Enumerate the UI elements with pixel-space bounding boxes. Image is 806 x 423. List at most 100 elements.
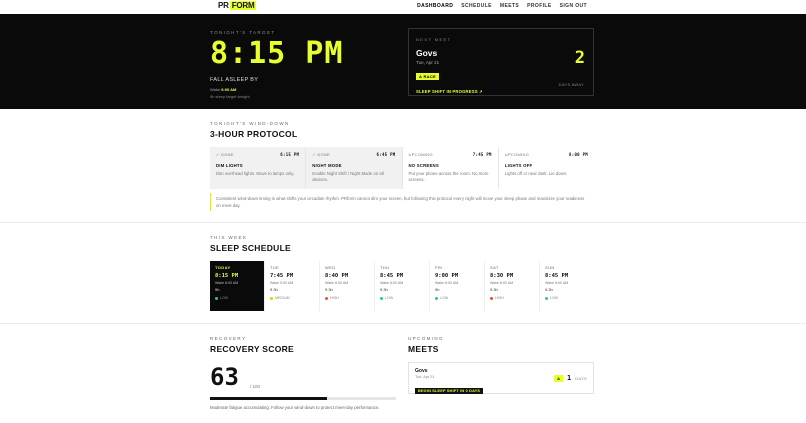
nav-dashboard[interactable]: DASHBOARD (417, 3, 453, 9)
day-bedtime: 9:00 PM (435, 273, 459, 279)
wind-down-kicker: TONIGHT'S WIND-DOWN (210, 121, 290, 126)
divider (0, 323, 806, 324)
step-desc: Lights off or near dark. Lie down. (504, 171, 568, 176)
day-bedtime: 7:45 PM (270, 273, 294, 279)
day-wake: Wake 6:00 AM (380, 281, 404, 285)
protocol-step[interactable]: UPCOMING 8:00 PM LIGHTS OFF Lights off or… (498, 147, 594, 189)
meet-days-label: DAYS (575, 375, 587, 381)
load-dot-icon (545, 296, 548, 300)
day-name: SUN (545, 265, 555, 270)
upcoming-meet-row[interactable]: Govs Tue, Apr 21 BEGIN SLEEP SHIFT IN 0 … (408, 362, 594, 394)
nav-schedule[interactable]: SCHEDULE (461, 3, 492, 9)
step-time: 8:00 PM (569, 152, 588, 157)
step-name: NIGHT MODE (312, 163, 342, 168)
day-bedtime: 8:45 PM (545, 273, 569, 279)
next-meet-date: Tue, Apr 21 (416, 60, 440, 65)
step-desc: Dim overhead lights. Move to lamps only. (216, 171, 295, 176)
schedule-day[interactable]: TUE 7:45 PM Wake 5:00 AM 9.3h MEDIUM (265, 261, 320, 311)
load-label: LOW (385, 296, 394, 300)
day-name: FRI (435, 265, 443, 270)
recovery-bar-fill (210, 397, 328, 400)
nav-profile[interactable]: PROFILE (527, 3, 551, 9)
day-name: TODAY (215, 265, 231, 270)
meet-days-count: 1 (566, 374, 572, 382)
day-hours: 9.3h (545, 287, 553, 292)
step-status: UPCOMING (408, 152, 433, 157)
fall-asleep-label: FALL ASLEEP BY (210, 77, 259, 83)
schedule-day[interactable]: THU 8:45 PM Wake 6:00 AM 9.3h LOW (375, 261, 430, 311)
logo[interactable]: PR FORM (218, 1, 257, 10)
step-time: 7:45 PM (472, 152, 492, 157)
day-load: LOW (380, 296, 424, 300)
load-label: MEDIUM (275, 296, 290, 300)
day-hours: 9.3h (490, 287, 498, 292)
load-dot-icon (215, 296, 218, 300)
logo-form: FORM (229, 1, 257, 10)
day-name: WED (325, 265, 336, 270)
day-load: MEDIUM (270, 296, 314, 300)
load-label: LOW (550, 296, 559, 300)
step-desc: Put your phone across the room. No more … (408, 171, 489, 182)
recovery-title: RECOVERY SCORE (210, 344, 295, 354)
recovery-kicker: RECOVERY (210, 336, 247, 341)
load-label: LOW (440, 296, 449, 300)
wake-time: Wake 6:00 AM (210, 87, 343, 92)
day-wake: Wake 5:00 AM (270, 281, 294, 285)
schedule-day[interactable]: SUN 8:45 PM Wake 6:00 AM 9.3h LOW (540, 261, 594, 311)
step-desc: Enable Night Shift / Night Mode on all d… (312, 171, 384, 182)
nav-sign-out[interactable]: SIGN OUT (560, 3, 587, 9)
recovery-bar (210, 397, 396, 400)
days-away-label: DAYS AWAY (558, 82, 584, 87)
day-load: LOW (435, 296, 479, 300)
step-time: 6:15 PM (280, 152, 300, 157)
day-hours: 9h (215, 287, 220, 292)
day-name: SAT (490, 265, 499, 270)
day-load: LOW (215, 296, 259, 300)
next-meet-card[interactable]: NEXT MEET Govs Tue, Apr 21 A RACE SLEEP … (408, 28, 594, 96)
days-away-count: 2 (574, 48, 585, 68)
step-status: UPCOMING (504, 152, 530, 157)
day-wake: Wake 6:00 AM (490, 281, 514, 285)
sleep-shift-link[interactable]: SLEEP SHIFT IN PROGRESS ↗ (416, 89, 586, 94)
tonight-target: TONIGHT'S TARGET 8:15 PM FALL ASLEEP BY … (210, 30, 343, 99)
protocol-step[interactable]: ✓ DONE 6:15 PM DIM LIGHTS Dim overhead li… (210, 147, 307, 189)
upcoming-header: UPCOMING MEETS (408, 336, 444, 354)
upcoming-title: MEETS (408, 344, 439, 354)
day-hours: 9.3h (270, 287, 278, 292)
day-load: HIGH (325, 296, 369, 300)
schedule-header: THIS WEEK SLEEP SCHEDULE (210, 235, 291, 253)
nav-meets[interactable]: MEETS (500, 3, 519, 9)
day-wake: Wake 6:00 AM (545, 281, 569, 285)
schedule-day[interactable]: FRI 9:00 PM Wake 6:00 AM 9h LOW (430, 261, 485, 311)
day-hours: 9.3h (380, 287, 388, 292)
load-dot-icon (435, 296, 438, 300)
load-label: LOW (220, 296, 229, 300)
schedule-day[interactable]: TODAY 8:15 PM Wake 6:00 AM 9h LOW (210, 261, 265, 311)
step-status: ✓ DONE (312, 152, 331, 157)
day-wake: Wake 6:00 AM (325, 281, 349, 285)
load-dot-icon (490, 296, 493, 300)
recovery-header: RECOVERY RECOVERY SCORE (210, 336, 294, 354)
day-load: HIGH (490, 296, 534, 300)
top-nav: PR FORM DASHBOARD SCHEDULE MEETS PROFILE … (0, 0, 806, 14)
load-dot-icon (380, 296, 383, 300)
schedule-title: SLEEP SCHEDULE (210, 243, 292, 253)
day-bedtime: 8:40 PM (325, 273, 349, 279)
load-dot-icon (270, 296, 273, 300)
sleep-target: 9h sleep target tonight (210, 94, 250, 99)
schedule-day[interactable]: SAT 8:30 PM Wake 6:00 AM 9.3h HIGH (485, 261, 540, 311)
meet-countdown: A 1 DAYS (554, 374, 587, 382)
protocol-step[interactable]: UPCOMING 7:45 PM NO SCREENS Put your phon… (402, 147, 499, 189)
day-hours: 9h (435, 287, 440, 292)
logo-pr: PR (218, 1, 229, 10)
step-status: ✓ DONE (216, 152, 234, 157)
load-dot-icon (325, 296, 328, 300)
target-time: 8:15 PM (210, 36, 344, 71)
day-load: LOW (545, 296, 589, 300)
priority-badge: A (554, 374, 563, 382)
wind-down-note: Consistent wind-down timing is what shif… (210, 193, 594, 211)
schedule-day[interactable]: WED 8:40 PM Wake 6:00 AM 9.3h HIGH (320, 261, 375, 311)
day-name: TUE (270, 265, 280, 270)
protocol-step[interactable]: ✓ DONE 6:45 PM NIGHT MODE Enable Night Sh… (306, 147, 403, 189)
nav-links: DASHBOARD SCHEDULE MEETS PROFILE SIGN OU… (417, 3, 587, 9)
